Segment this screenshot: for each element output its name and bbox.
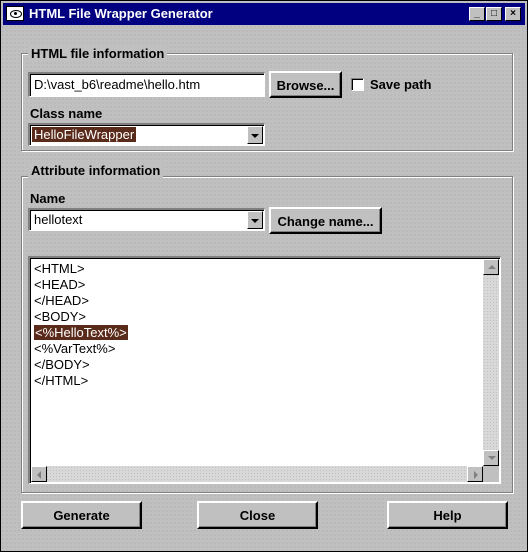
app-eye-icon[interactable] [6, 6, 24, 21]
code-line-highlighted: <%HelloText%> [34, 325, 128, 341]
scrollbar-corner [483, 466, 499, 482]
save-path-label[interactable]: Save path [370, 77, 431, 92]
attribute-name-dropdown-arrow-icon[interactable] [247, 211, 263, 229]
html-source-lines: <HTML> <HEAD> </HEAD> <BODY> <%HelloText… [34, 261, 128, 389]
scroll-down-arrow-icon[interactable] [483, 450, 499, 466]
change-name-button[interactable]: Change name... [269, 207, 382, 234]
dialog-window: HTML File Wrapper Generator _ □ × HTML f… [0, 0, 528, 552]
code-line-text: <%VarText%> [34, 341, 116, 356]
code-line-text: <BODY> [34, 309, 87, 324]
attribute-name-dropdown[interactable]: hellotext [28, 208, 265, 231]
code-line: <%VarText%> [34, 341, 128, 357]
vertical-scrollbar[interactable] [483, 259, 499, 466]
close-button[interactable]: Close [197, 501, 318, 529]
help-button-label: Help [433, 508, 462, 523]
code-line: </BODY> [34, 357, 128, 373]
generate-button-label: Generate [53, 508, 110, 523]
code-line: </HTML> [34, 373, 128, 389]
close-window-button[interactable]: × [505, 7, 521, 21]
code-line-text: </HTML> [34, 373, 89, 388]
class-name-value: HelloFileWrapper [32, 127, 137, 142]
code-line-text: <HTML> [34, 261, 85, 276]
maximize-button[interactable]: □ [486, 7, 502, 21]
class-name-dropdown-arrow-icon[interactable] [247, 126, 263, 144]
help-button[interactable]: Help [387, 501, 508, 529]
scroll-right-arrow-icon[interactable] [467, 466, 483, 482]
save-path-checkbox[interactable] [351, 78, 364, 91]
title-bar[interactable]: HTML File Wrapper Generator _ □ × [3, 3, 525, 25]
code-line: <HEAD> [34, 277, 128, 293]
code-line: <HTML> [34, 261, 128, 277]
html-file-path-value: D:\vast_b6\readme\hello.htm [34, 77, 201, 92]
browse-button[interactable]: Browse... [269, 71, 342, 98]
code-line: <BODY> [34, 309, 128, 325]
html-file-path-input[interactable]: D:\vast_b6\readme\hello.htm [28, 72, 265, 97]
html-file-info-label: HTML file information [28, 46, 168, 61]
attribute-name-value: hellotext [34, 212, 83, 227]
class-name-label: Class name [30, 106, 103, 121]
code-line-text: <HEAD> [34, 277, 86, 292]
html-source-textarea[interactable]: <HTML> <HEAD> </HEAD> <BODY> <%HelloText… [28, 256, 501, 484]
code-line-text: </HEAD> [34, 293, 89, 308]
horizontal-scrollbar[interactable] [31, 466, 483, 482]
class-name-value-wrap: HelloFileWrapper [32, 127, 137, 142]
window-title: HTML File Wrapper Generator [29, 6, 213, 21]
attribute-name-label: Name [30, 191, 66, 206]
code-line: </HEAD> [34, 293, 128, 309]
class-name-dropdown[interactable]: HelloFileWrapper [28, 123, 265, 146]
minimize-button[interactable]: _ [469, 7, 485, 21]
scroll-left-arrow-icon[interactable] [31, 466, 47, 482]
scroll-up-arrow-icon[interactable] [483, 259, 499, 275]
generate-button[interactable]: Generate [21, 501, 142, 529]
change-name-button-label: Change name... [277, 214, 374, 229]
browse-button-label: Browse... [276, 78, 335, 93]
close-button-label: Close [239, 508, 276, 523]
attribute-info-label: Attribute information [28, 163, 164, 178]
highlighted-attribute-text: <%HelloText%> [34, 325, 128, 340]
code-line-text: </BODY> [34, 357, 90, 372]
